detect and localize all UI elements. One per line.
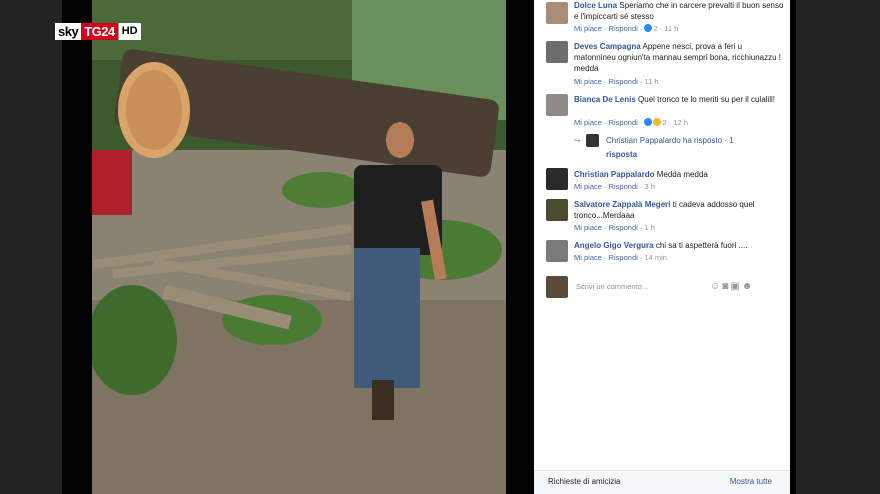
post-photo	[92, 0, 506, 494]
avatar[interactable]	[546, 94, 568, 116]
comment-text: Christian Pappalardo Medda medda	[574, 169, 784, 180]
comment-actions-label[interactable]: Mi piace · Rispondi ·	[574, 24, 642, 33]
friend-requests-label: Richieste di amicizia	[548, 477, 621, 486]
commenter-name[interactable]: Bianca De Lenis	[574, 95, 636, 104]
reply-arrow-icon: ↪	[574, 136, 581, 145]
haha-reaction-icon	[653, 118, 662, 126]
commenter-name[interactable]: Salvatore Zappalà Megeri	[574, 200, 670, 209]
comment-actions-label[interactable]: Mi piace · Rispondi ·	[574, 182, 642, 191]
comment-actions-label[interactable]: Mi piace · Rispondi ·	[574, 253, 642, 262]
show-all-link[interactable]: Mostra tutte	[730, 477, 772, 486]
avatar[interactable]	[546, 41, 568, 63]
comment-time[interactable]: 11 h	[664, 24, 678, 33]
commenter-name[interactable]: Angelo Gigo Vergura	[574, 241, 654, 250]
current-user-avatar	[546, 276, 568, 298]
logo-tg24: TG24	[81, 23, 118, 40]
reply-author[interactable]: Christian Pappalardo ha risposto	[606, 136, 722, 145]
comment-body: Quel tronco te lo meriti su per il culal…	[638, 95, 775, 104]
emoji-icon[interactable]: ☺	[710, 281, 722, 292]
avatar[interactable]	[586, 134, 599, 147]
comment-actions: Mi piace · Rispondi · 2 · 12 h	[574, 118, 688, 127]
avatar[interactable]	[546, 240, 568, 262]
comment-actions: Mi piace · Rispondi · 14 min	[574, 253, 667, 263]
comment-actions-label[interactable]: Mi piace · Rispondi ·	[574, 118, 642, 127]
comment-body: Medda medda	[656, 170, 708, 179]
comment-actions: Mi piace · Rispondi · 3 h	[574, 182, 655, 192]
commenter-name[interactable]: Dolce Luna	[574, 1, 617, 10]
comment-body-tail: medda	[574, 64, 599, 73]
comment-actions-label[interactable]: Mi piace · Rispondi ·	[574, 223, 642, 232]
right-letterbox	[796, 0, 880, 494]
commenter-name[interactable]: Deves Campagna	[574, 42, 641, 51]
comment-text: Dolce Luna Speriamo che in carcere preva…	[574, 0, 784, 22]
comment-body: chi sa ti aspetterà fuori ....	[655, 241, 748, 250]
comment-text: Salvatore Zappalà Megeri ti cadeva addos…	[574, 199, 784, 221]
comment-actions: Mi piace · Rispondi · 11 h	[574, 77, 659, 87]
friend-requests-bar: Richieste di amicizia Mostra tutte	[534, 470, 790, 494]
avatar[interactable]	[546, 2, 568, 24]
comment-text: Deves Campagna Appene nesci, prova a fer…	[574, 41, 784, 74]
reply-label[interactable]: risposta	[606, 150, 637, 159]
comment-actions: Mi piace · Rispondi · 1 h	[574, 223, 655, 233]
comment-time[interactable]: 3 h	[644, 182, 654, 191]
comments-panel: Dolce Luna Speriamo che in carcere preva…	[534, 0, 790, 494]
like-reaction-icon	[644, 24, 653, 32]
comment-input-icons: ☺◙▣☻	[710, 281, 754, 292]
logo-hd: HD	[117, 23, 141, 40]
comment-time[interactable]: 12 h	[673, 118, 688, 127]
sticker-icon[interactable]: ☻	[742, 281, 755, 292]
comment-time[interactable]: 11 h	[644, 77, 658, 86]
like-reaction-icon	[644, 118, 653, 126]
comment-actions-label[interactable]: Mi piace · Rispondi ·	[574, 77, 642, 86]
comment-time[interactable]: 1 h	[644, 223, 654, 232]
channel-logo: sky TG24 HD	[55, 23, 141, 40]
avatar[interactable]	[546, 199, 568, 221]
reply-count: · 1	[724, 136, 734, 145]
reaction-count[interactable]: 2	[662, 118, 666, 127]
view-replies-link[interactable]: Christian Pappalardo ha risposto · 1	[606, 136, 734, 145]
commenter-name[interactable]: Christian Pappalardo	[574, 170, 654, 179]
comment-text: Angelo Gigo Vergura chi sa ti aspetterà …	[574, 240, 784, 251]
gif-icon[interactable]: ▣	[730, 281, 741, 292]
left-letterbox	[0, 0, 62, 494]
comment-time[interactable]: 14 min	[644, 253, 667, 262]
comment-actions: Mi piace · Rispondi · 2 · 11 h	[574, 24, 679, 33]
comment-text: Bianca De Lenis Quel tronco te lo meriti…	[574, 94, 784, 105]
avatar[interactable]	[546, 168, 568, 190]
logo-sky: sky	[55, 23, 82, 40]
reaction-count[interactable]: 2	[653, 24, 657, 33]
